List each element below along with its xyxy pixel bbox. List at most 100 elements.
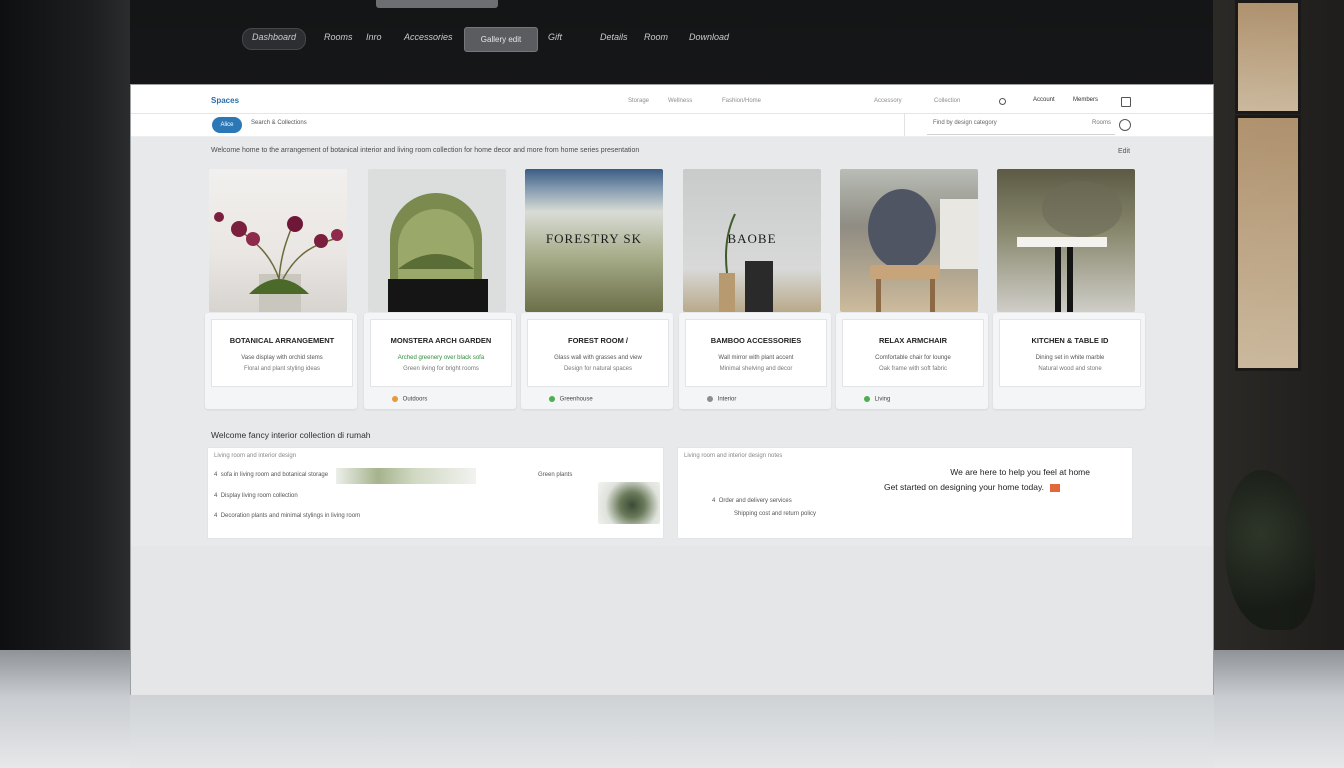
card-meta-label: Interior — [717, 396, 737, 403]
account-menu[interactable]: Members — [1073, 97, 1098, 103]
card-info: MONSTERA ARCH GARDEN Arched greenery ove… — [370, 319, 512, 387]
menubar-item[interactable]: Room — [644, 32, 668, 42]
cart-icon[interactable] — [1121, 97, 1131, 107]
card-photo-forest-room: FORESTRY SK — [525, 169, 663, 312]
card-meta: Greenhouse — [549, 396, 593, 403]
panel-row-right: Green plants — [538, 472, 573, 478]
card-photo-armchair — [840, 169, 978, 312]
panel-banner-image — [336, 468, 476, 484]
card-subtext: Oak frame with soft fabric — [878, 366, 948, 372]
card-meta-label: Greenhouse — [559, 396, 593, 403]
page-empty-area — [131, 546, 1213, 695]
card-photo-arch-garden — [368, 169, 506, 312]
site-nav-item[interactable]: Storage — [628, 98, 649, 104]
card-info: KITCHEN & TABLE ID Dining set in white m… — [999, 319, 1141, 387]
product-card[interactable]: BAOBE BAMBOO ACCESSORIES Wall mirror wit… — [679, 167, 831, 409]
card-subtext: Floral and plant styling ideas — [243, 366, 321, 372]
card-description: Wall mirror with plant accent — [718, 355, 794, 361]
menubar-item[interactable]: Inro — [366, 32, 382, 42]
product-card[interactable]: RELAX ARMCHAIR Comfortable chair for lou… — [836, 167, 988, 409]
card-info: BOTANICAL ARRANGEMENT Vase display with … — [211, 319, 353, 387]
site-logo[interactable]: Spaces — [211, 96, 239, 105]
card-meta: Interior — [707, 396, 736, 403]
card-subtext: Green living for bright rooms — [403, 366, 479, 372]
card-meta-label: Outdoors — [402, 396, 428, 403]
info-panel-left: Living room and interior design 4 sofa i… — [207, 447, 664, 539]
card-meta: Outdoors — [392, 396, 427, 403]
panel-row[interactable]: 4 Order and delivery services — [712, 498, 792, 504]
menubar-item[interactable]: Details — [600, 32, 628, 42]
product-card[interactable]: FORESTRY SK FOREST ROOM / Glass wall wit… — [521, 167, 673, 409]
panel-heading: Living room and interior design notes — [684, 453, 783, 459]
site-nav-item[interactable]: Collection — [934, 98, 960, 104]
search-text[interactable]: Search & Collections — [251, 120, 307, 126]
card-title: MONSTERA ARCH GARDEN — [390, 336, 492, 345]
menubar-item[interactable]: Rooms — [324, 32, 353, 42]
card-title: BOTANICAL ARRANGEMENT — [229, 336, 335, 345]
site-nav-item[interactable]: Wellness — [668, 98, 692, 104]
card-info: FOREST ROOM / Glass wall with grasses an… — [527, 319, 669, 387]
card-description: Comfortable chair for lounge — [875, 355, 951, 361]
orchid-illustration — [214, 212, 343, 312]
menubar-item[interactable]: Gift — [548, 32, 562, 42]
tag-icon — [1050, 483, 1060, 492]
monitor-screen: Spaces Storage Wellness Fashion/Home Acc… — [131, 85, 1213, 695]
category-field[interactable]: Find by design category Rooms — [927, 116, 1115, 135]
panel-row[interactable]: 4 sofa in living room and botanical stor… — [214, 472, 328, 478]
site-nav-item[interactable]: Fashion/Home — [722, 98, 761, 104]
panel-row[interactable]: 4 Display living room collection — [214, 493, 298, 499]
product-card[interactable]: MONSTERA ARCH GARDEN Arched greenery ove… — [364, 167, 516, 409]
panel-subline: Get started on designing your home today… — [884, 482, 1060, 492]
menubar-item[interactable]: Download — [689, 32, 729, 42]
category-field-value: Rooms — [1091, 120, 1111, 126]
menubar-item[interactable]: Dashboard — [252, 32, 296, 42]
account-link[interactable]: Account — [1033, 97, 1055, 103]
card-photo-orchids — [209, 169, 347, 312]
panel-row[interactable]: 4 Decoration plants and minimal stylings… — [214, 513, 360, 519]
arch-garden-illustration — [388, 193, 488, 312]
table-illustration — [1017, 181, 1122, 312]
card-info: RELAX ARMCHAIR Comfortable chair for lou… — [842, 319, 984, 387]
card-title: RELAX ARMCHAIR — [878, 336, 948, 345]
card-description: Dining set in white marble — [1035, 355, 1105, 361]
card-title: FOREST ROOM / — [568, 336, 628, 345]
card-title: BAMBOO ACCESSORIES — [710, 336, 802, 345]
monitor-mount — [376, 0, 498, 8]
page-caption: Welcome home to the arrangement of botan… — [211, 147, 640, 154]
category-field-label: Find by design category — [933, 120, 997, 126]
monitor-bezel — [130, 695, 1214, 768]
card-meta: Living — [864, 396, 890, 403]
site-header: Spaces Storage Wellness Fashion/Home Acc… — [131, 85, 1213, 114]
panel-row-foot[interactable]: Shipping cost and return policy — [734, 511, 816, 517]
status-dot — [392, 396, 398, 402]
status-dot — [707, 396, 713, 402]
window-pane — [1235, 115, 1301, 371]
info-panel-right: Living room and interior design notes We… — [677, 447, 1133, 539]
vase-illustration — [719, 213, 773, 312]
section-title: Welcome fancy interior collection di rum… — [211, 430, 371, 440]
photo-overlay-text: FORESTRY SK — [545, 231, 643, 246]
product-card[interactable]: BOTANICAL ARRANGEMENT Vase display with … — [205, 167, 357, 409]
person-chair-illustration — [868, 189, 978, 312]
menubar-item[interactable]: Accessories — [404, 32, 453, 42]
history-icon[interactable] — [1119, 119, 1131, 131]
card-photo-kitchen — [997, 169, 1135, 312]
card-info: BAMBOO ACCESSORIES Wall mirror with plan… — [685, 319, 827, 387]
menubar-item-active[interactable]: Gallery edit — [464, 27, 538, 52]
site-nav-item[interactable]: Accessory — [874, 98, 902, 104]
site-subbar: Alice Search & Collections Find by desig… — [131, 114, 1213, 137]
user-icon[interactable] — [999, 98, 1006, 105]
card-title: KITCHEN & TABLE ID — [1031, 336, 1109, 345]
product-card[interactable]: KITCHEN & TABLE ID Dining set in white m… — [993, 167, 1145, 409]
panel-heading: Living room and interior design — [214, 453, 297, 459]
card-description: Glass wall with grasses and view — [554, 355, 642, 361]
card-subtext: Design for natural spaces — [563, 366, 633, 372]
card-subtext: Natural wood and stone — [1038, 366, 1102, 372]
panel-thumbnail — [598, 482, 660, 524]
window-pane — [1235, 0, 1301, 114]
card-description: Arched greenery over black sofa — [397, 355, 485, 361]
divider — [904, 114, 905, 136]
filter-chip[interactable]: Alice — [212, 117, 242, 133]
edit-link[interactable]: Edit — [1118, 148, 1130, 155]
card-description: Vase display with orchid stems — [241, 355, 323, 361]
